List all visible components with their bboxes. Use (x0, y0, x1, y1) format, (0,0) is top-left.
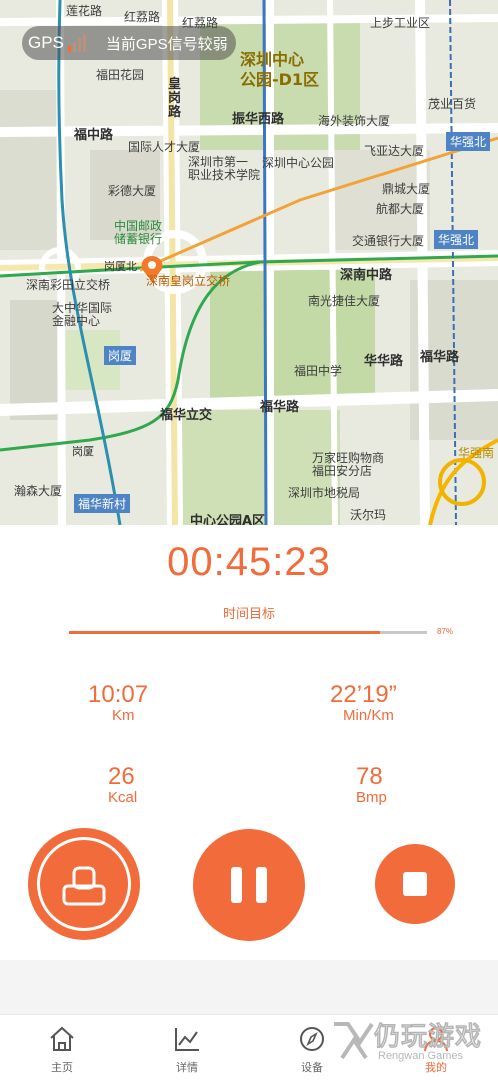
tab-details[interactable]: 详情 (125, 1015, 249, 1081)
lock-icon (62, 866, 106, 906)
map-label: 沃尔玛 (350, 508, 387, 522)
map-road-label: 福华路 (260, 400, 300, 415)
map-road-label: 福华立交 (160, 408, 213, 423)
distance-value: 10:07 (88, 681, 149, 708)
map-label: 瀚森大厦 (14, 484, 63, 498)
tab-home[interactable]: 主页 (0, 1015, 124, 1081)
map-label: 交通银行大厦 (352, 234, 425, 248)
map-area-label: 岗厦 (104, 346, 137, 365)
map-label: 彩德大厦 (108, 184, 157, 198)
map-road-label: 华华路 (364, 354, 404, 369)
map-road-label: 福中路 (74, 128, 114, 143)
heart-rate-unit: Bmp (356, 789, 387, 806)
map-label: 海外装饰大厦 (318, 114, 391, 128)
map-label: 福田花园 (96, 68, 145, 82)
tab-home-label: 主页 (51, 1062, 73, 1074)
map-label: 深圳市第一 职业技术学院 (188, 155, 261, 182)
map-view[interactable]: 莲花路 红荔路 红荔路 上步工业区 茂业百货 福田花园 深圳中心 公园-D1区 … (0, 0, 498, 525)
map-label: 红荔路 (124, 10, 161, 24)
calories-unit: Kcal (108, 789, 138, 806)
map-district-label: 深圳中心 公园-D1区 (240, 50, 320, 89)
watermark-subtext: Rengwan Games (378, 1050, 463, 1062)
map-label: 万家旺购物商 福田安分店 (312, 451, 385, 478)
map-metro-label: 华强北 (434, 230, 479, 249)
map-label: 莲花路 (66, 4, 103, 18)
heart-rate-value: 78 (356, 763, 383, 790)
stop-icon (403, 872, 427, 896)
map-label: 上步工业区 (370, 16, 431, 30)
tab-details-label: 详情 (176, 1062, 198, 1074)
map-label: 南光捷佳大厦 (308, 294, 381, 308)
map-label: 深圳中心公园 (262, 156, 335, 170)
gps-status-bar: GPS 当前GPS信号较弱 (22, 26, 236, 60)
map-label: 深南皇岗立交桥 (146, 274, 231, 288)
map-label: 飞亚达大厦 (364, 144, 425, 158)
compass-icon (300, 1027, 324, 1051)
map-label: 华强南 (458, 446, 495, 460)
map-road-label: 福华路 (420, 350, 460, 365)
watermark-text: 仍玩游戏 (374, 1021, 483, 1052)
gps-signal-icon (67, 34, 88, 52)
distance-stat: 10:07 Km (88, 681, 148, 724)
map-station-label: 岗厦 (72, 445, 94, 458)
map-label: 国际人才大厦 (128, 140, 201, 154)
pace-unit: Min/Km (343, 707, 394, 724)
target-progress-fill (69, 631, 381, 634)
map-label: 福田中学 (294, 364, 343, 378)
distance-unit: Km (112, 707, 135, 724)
time-target-label: 时间目标 (222, 606, 275, 621)
map-road-label: 振华西路 (232, 112, 285, 127)
calories-value: 26 (108, 763, 135, 790)
map-label: 航都大厦 (376, 202, 425, 216)
pause-button[interactable] (193, 829, 305, 941)
map-road-label: 深南中路 (340, 268, 393, 283)
map-label: 茂业百货 (428, 97, 477, 111)
home-icon (50, 1026, 74, 1051)
gps-status-text: 当前GPS信号较弱 (105, 35, 228, 53)
watermark-logo-icon (334, 1022, 374, 1060)
elapsed-timer: 00:45:23 (167, 540, 331, 584)
map-label: 深南彩田立交桥 (26, 278, 111, 292)
map-label: 大中华国际 金融中心 (52, 301, 113, 328)
pace-stat: 22’19” Min/Km (330, 681, 397, 724)
map-label: 中国邮政 储蓄银行 (114, 219, 163, 246)
target-progress-text: 87% (437, 627, 454, 636)
heart-rate-stat: 78 Bmp (356, 763, 387, 806)
map-road-label: 皇 岗 路 (168, 77, 182, 120)
pause-icon (231, 867, 267, 903)
map-label: 深圳市地税局 (288, 486, 361, 500)
spacer-strip (0, 960, 498, 1014)
watermark: 仍玩游戏 Rengwan Games (326, 1010, 498, 1080)
map-area-label: 福华新村 (74, 494, 131, 513)
map-metro-label: 华强北 (446, 132, 491, 151)
target-progress-bar (69, 631, 427, 634)
map-road-label: 中心公园A区 (190, 514, 266, 525)
calories-stat: 26 Kcal (108, 763, 137, 806)
lock-button[interactable] (28, 828, 140, 940)
pace-value: 22’19” (330, 681, 397, 708)
gps-label: GPS (28, 33, 64, 52)
stop-button[interactable] (375, 844, 455, 924)
map-station-label: 岗厦北 (104, 260, 137, 273)
chart-icon (175, 1028, 199, 1051)
map-label: 鼎城大厦 (382, 182, 431, 196)
